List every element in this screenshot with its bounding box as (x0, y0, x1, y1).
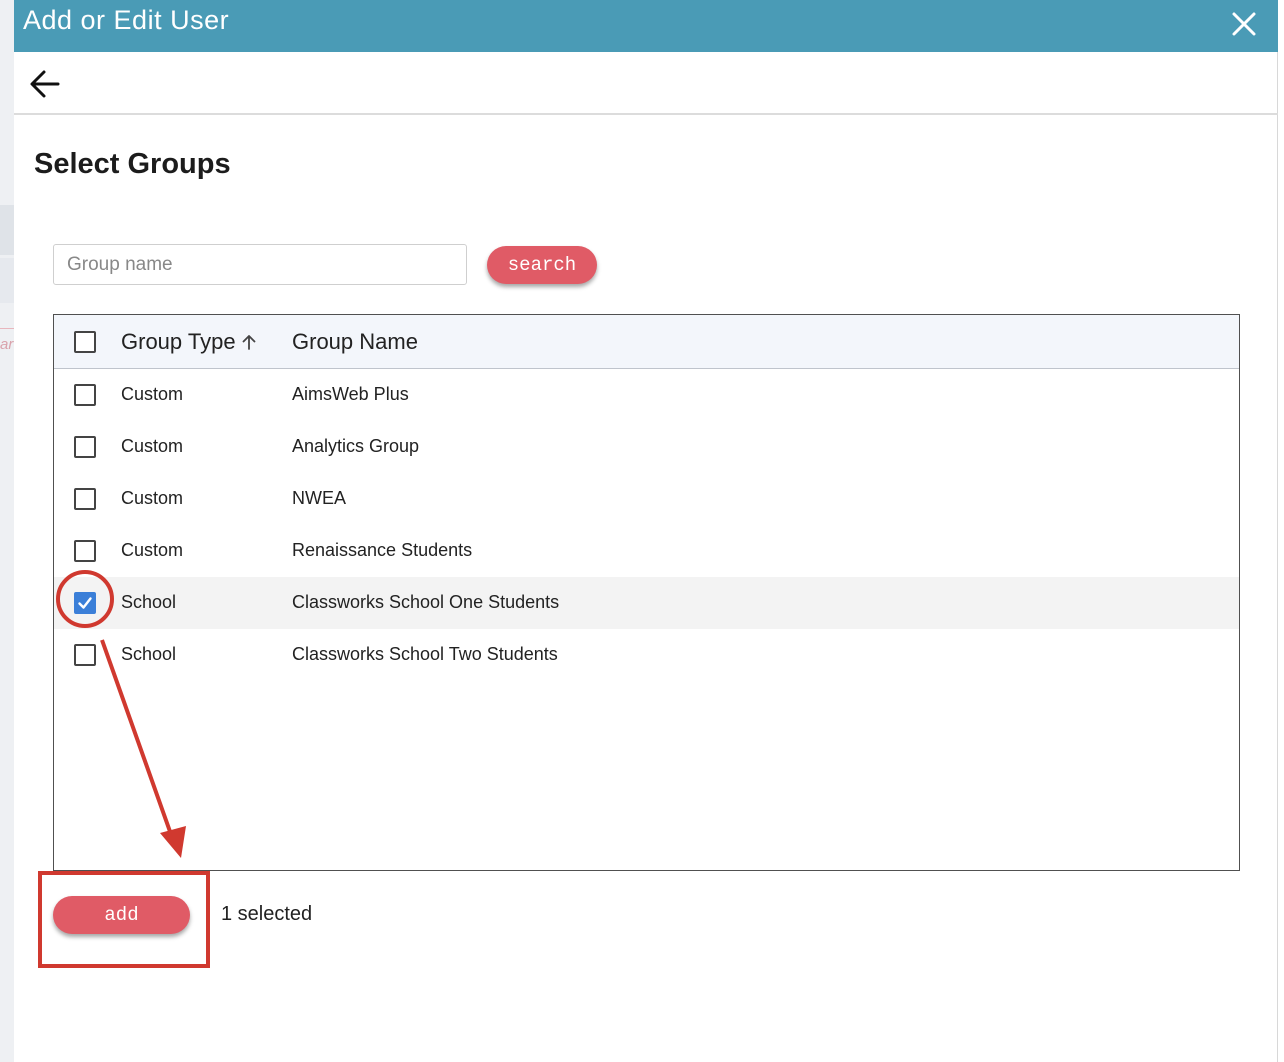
table-row[interactable]: Custom Renaissance Students (54, 525, 1239, 577)
group-name-input[interactable] (53, 244, 467, 285)
table-row[interactable]: School Classworks School Two Students (54, 629, 1239, 681)
group-type-cell: Custom (121, 488, 184, 508)
page-title: Select Groups (34, 148, 231, 180)
group-type-cell: Custom (121, 436, 184, 456)
groups-table: Group Type Group Name Custom AimsWeb Plu… (53, 314, 1240, 871)
table-row[interactable]: Custom AimsWeb Plus (54, 369, 1239, 421)
table-row[interactable]: Custom NWEA (54, 473, 1239, 525)
dialog-title: Add or Edit User (23, 5, 230, 35)
group-type-cell: Custom (121, 384, 184, 404)
group-name-cell: NWEA (292, 488, 346, 508)
group-type-cell: School (121, 592, 177, 612)
background-block (0, 205, 14, 255)
table-row[interactable]: School Classworks School One Students (54, 577, 1239, 629)
group-type-cell: Custom (121, 540, 184, 560)
dialog-titlebar: Add or Edit User (14, 0, 1278, 52)
background-block (0, 258, 14, 303)
close-icon[interactable] (1228, 8, 1260, 40)
group-name-cell: AimsWeb Plus (292, 384, 409, 404)
add-edit-user-dialog: Add or Edit User Select Groups search Gr… (14, 0, 1278, 1062)
dialog-nav (14, 52, 1278, 115)
row-checkbox[interactable] (74, 488, 96, 510)
group-name-cell: Classworks School One Students (292, 592, 560, 612)
group-name-cell: Renaissance Students (292, 540, 473, 560)
select-all-checkbox[interactable] (74, 331, 96, 353)
table-row[interactable]: Custom Analytics Group (54, 421, 1239, 473)
search-button[interactable]: search (487, 246, 597, 284)
selected-count: 1 selected (221, 903, 313, 925)
column-header-group-type[interactable]: Group Type (121, 329, 236, 355)
arrow-up-icon[interactable] (240, 333, 258, 351)
background-text: ar (0, 336, 14, 353)
column-header-group-name[interactable]: Group Name (292, 329, 418, 355)
row-checkbox[interactable] (74, 592, 96, 614)
group-name-cell: Analytics Group (292, 436, 420, 456)
group-type-cell: School (121, 644, 177, 664)
table-header: Group Type Group Name (54, 315, 1239, 369)
add-button[interactable]: add (53, 896, 190, 934)
row-checkbox[interactable] (74, 644, 96, 666)
row-checkbox[interactable] (74, 540, 96, 562)
arrow-left-icon[interactable] (28, 67, 62, 101)
group-name-cell: Classworks School Two Students (292, 644, 558, 664)
background-divider (0, 328, 14, 329)
check-icon (78, 597, 92, 609)
row-checkbox[interactable] (74, 436, 96, 458)
row-checkbox[interactable] (74, 384, 96, 406)
background-page: ar (0, 0, 14, 1062)
